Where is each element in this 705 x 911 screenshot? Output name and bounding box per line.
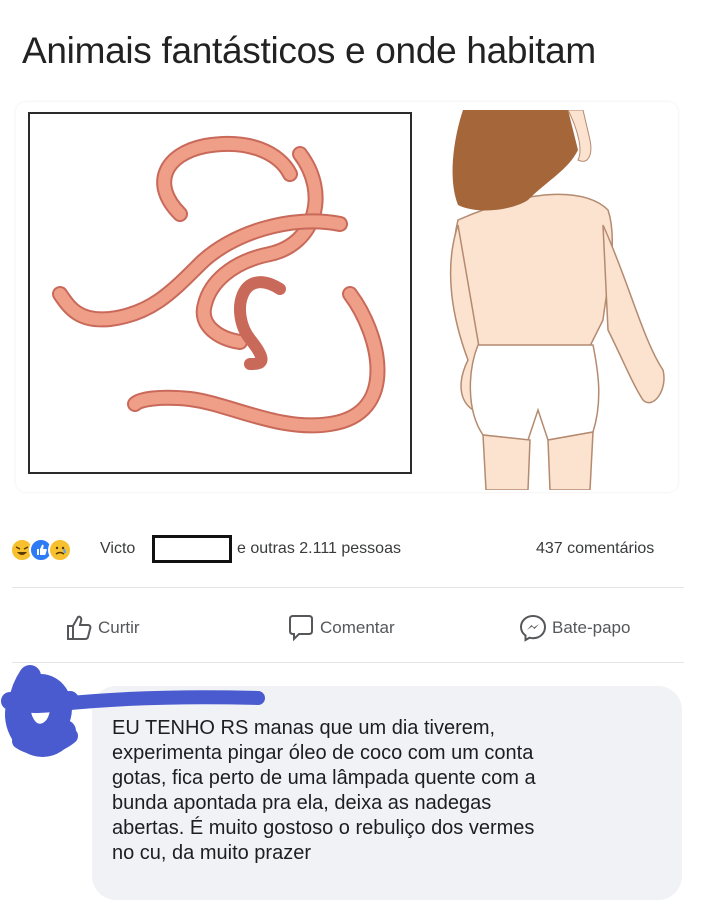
messenger-icon	[514, 610, 552, 646]
comment-line: gotas, fica perto de uma lâmpada quente …	[112, 767, 536, 789]
divider	[12, 587, 684, 588]
comment-line: bunda apontada pra ela, deixa as nadegas	[112, 792, 492, 814]
comment-line: abertas. É muito gostoso o rebuliço dos …	[112, 817, 535, 839]
liker-name[interactable]: Victo	[100, 540, 135, 558]
comments-count[interactable]: 437 comentários	[536, 540, 654, 558]
likers-count[interactable]: e outras 2.111 pessoas	[237, 540, 401, 558]
chat-label: Bate-papo	[552, 618, 631, 637]
redaction-scribble	[1, 665, 265, 757]
comment-button[interactable]: Comentar	[282, 610, 395, 646]
comment-icon	[282, 610, 320, 646]
worms-illustration	[28, 112, 412, 474]
reactions-summary[interactable]: Victo e outras 2.111 pessoas 437 comentá…	[0, 530, 705, 568]
chat-button[interactable]: Bate-papo	[514, 610, 630, 646]
post-actions: Curtir Comentar Bate-papo	[0, 600, 705, 656]
like-label: Curtir	[98, 618, 140, 637]
person-illustration	[418, 110, 678, 490]
sad-icon	[48, 538, 72, 562]
like-button[interactable]: Curtir	[60, 610, 140, 646]
reaction-icons	[10, 538, 100, 562]
redaction-box	[152, 535, 232, 563]
comment-label: Comentar	[320, 618, 395, 637]
post-title: Animais fantásticos e onde habitam	[22, 30, 596, 71]
thumbs-up-icon	[60, 610, 98, 646]
comment-line: no cu, da muito prazer	[112, 842, 311, 864]
